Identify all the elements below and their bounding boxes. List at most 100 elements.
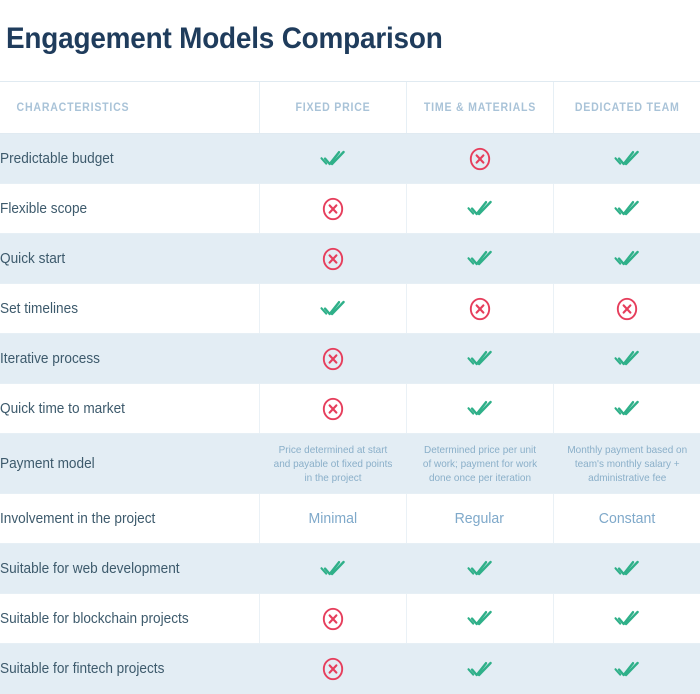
- table-header: CHARACTERISTICS FIXED PRICE TIME & MATER…: [0, 81, 700, 134]
- column-header-dedicated-team-label: DEDICATED TEAM: [574, 101, 680, 114]
- column-header-characteristics-label: CHARACTERISTICS: [16, 101, 130, 114]
- double-check-icon: [319, 559, 346, 577]
- row-value-cell: [405, 383, 553, 434]
- circle-x-icon: [322, 607, 344, 631]
- circle-x-icon: [469, 297, 491, 321]
- row-value-note: Monthly payment based on team's monthly …: [566, 443, 687, 484]
- row-value-cell: [258, 333, 406, 384]
- double-check-icon: [466, 399, 493, 417]
- row-value-cell: [405, 543, 553, 594]
- table-row: Predictable budget: [0, 133, 700, 184]
- row-characteristic-label: Predictable budget: [0, 150, 114, 167]
- row-value-cell: [552, 133, 700, 184]
- circle-x-icon: [322, 197, 344, 221]
- comparison-table-page: Engagement Models Comparison CHARACTERIS…: [0, 0, 700, 694]
- row-value-cell: [405, 283, 553, 334]
- circle-x-icon: [322, 247, 344, 271]
- table-row: Suitable for web development: [0, 543, 700, 594]
- double-check-icon: [319, 299, 346, 317]
- double-check-icon: [319, 149, 346, 167]
- row-characteristic-cell: Quick start: [0, 233, 259, 284]
- engagement-models-table: CHARACTERISTICS FIXED PRICE TIME & MATER…: [0, 81, 700, 694]
- circle-x-icon: [322, 347, 344, 371]
- row-value-note: Price determined at start and payable ot…: [273, 443, 392, 484]
- row-value-cell: Monthly payment based on team's monthly …: [552, 433, 700, 494]
- table-row: Involvement in the project Minimal Regular…: [0, 493, 700, 544]
- row-value-cell: Minimal: [258, 493, 406, 544]
- page-title: Engagement Models Comparison: [6, 22, 443, 55]
- table-row: Quick time to market: [0, 383, 700, 434]
- row-value-cell: Price determined at start and payable ot…: [258, 433, 406, 494]
- table-row: Iterative process: [0, 333, 700, 384]
- table-body: Predictable budget Flexible scope Quick st…: [0, 133, 700, 694]
- column-header-characteristics: CHARACTERISTICS: [0, 81, 259, 134]
- row-characteristic-label: Set timelines: [0, 300, 79, 317]
- row-value-cell: [552, 283, 700, 334]
- circle-x-icon: [616, 297, 638, 321]
- row-characteristic-label: Suitable for blockchain projects: [0, 610, 189, 627]
- double-check-icon: [614, 559, 640, 577]
- double-check-icon: [614, 149, 640, 167]
- table-row: Payment model Price determined at start a…: [0, 433, 700, 494]
- table-row: Suitable for blockchain projects: [0, 593, 700, 644]
- double-check-icon: [614, 199, 640, 217]
- row-characteristic-label: Flexible scope: [0, 200, 88, 217]
- row-characteristic-cell: Suitable for blockchain projects: [0, 593, 259, 644]
- row-characteristic-cell: Quick time to market: [0, 383, 259, 434]
- row-value-word: Minimal: [308, 509, 357, 527]
- row-value-cell: [405, 593, 553, 644]
- row-characteristic-cell: Predictable budget: [0, 133, 259, 184]
- row-characteristic-label: Suitable for fintech projects: [0, 660, 165, 677]
- row-value-cell: [258, 133, 406, 184]
- row-value-note: Determined price per unit of work; payme…: [422, 443, 537, 484]
- column-header-fixed-price-label: FIXED PRICE: [294, 101, 371, 114]
- row-value-cell: [552, 333, 700, 384]
- double-check-icon: [614, 660, 640, 678]
- column-header-dedicated-team: DEDICATED TEAM: [552, 81, 700, 134]
- double-check-icon: [614, 609, 640, 627]
- row-characteristic-label: Involvement in the project: [0, 510, 156, 527]
- row-value-cell: [552, 233, 700, 284]
- double-check-icon: [466, 249, 493, 267]
- column-header-time-materials: TIME & MATERIALS: [405, 81, 553, 134]
- row-value-cell: Determined price per unit of work; payme…: [405, 433, 553, 494]
- row-characteristic-cell: Suitable for web development: [0, 543, 259, 594]
- row-value-word: Regular: [454, 509, 505, 527]
- row-characteristic-label: Quick start: [0, 250, 66, 267]
- row-characteristic-cell: Involvement in the project: [0, 493, 259, 544]
- double-check-icon: [466, 660, 493, 678]
- table-header-row: CHARACTERISTICS FIXED PRICE TIME & MATER…: [0, 81, 700, 134]
- row-value-cell: [405, 133, 553, 184]
- double-check-icon: [466, 199, 493, 217]
- row-characteristic-label: Iterative process: [0, 350, 101, 367]
- circle-x-icon: [469, 147, 491, 171]
- circle-x-icon: [322, 657, 344, 681]
- row-value-cell: [405, 183, 553, 234]
- row-value-cell: [405, 333, 553, 384]
- row-characteristic-cell: Flexible scope: [0, 183, 259, 234]
- row-value-cell: [258, 183, 406, 234]
- row-value-cell: [258, 233, 406, 284]
- row-characteristic-label: Payment model: [0, 455, 95, 472]
- row-characteristic-cell: Iterative process: [0, 333, 259, 384]
- row-characteristic-label: Suitable for web development: [0, 560, 180, 577]
- table-row: Flexible scope: [0, 183, 700, 234]
- row-value-cell: [552, 183, 700, 234]
- row-value-cell: [258, 543, 406, 594]
- column-header-time-materials-label: TIME & MATERIALS: [423, 101, 536, 114]
- table-row: Suitable for fintech projects: [0, 643, 700, 694]
- row-value-cell: Constant: [552, 493, 700, 544]
- row-value-cell: [552, 383, 700, 434]
- double-check-icon: [614, 249, 640, 267]
- row-characteristic-label: Quick time to market: [0, 400, 125, 417]
- row-value-cell: [552, 543, 700, 594]
- row-characteristic-cell: Payment model: [0, 433, 259, 494]
- row-value-cell: [405, 233, 553, 284]
- row-value-cell: [405, 643, 553, 694]
- row-characteristic-cell: Suitable for fintech projects: [0, 643, 259, 694]
- column-header-fixed-price: FIXED PRICE: [258, 81, 406, 134]
- double-check-icon: [614, 399, 640, 417]
- double-check-icon: [466, 609, 493, 627]
- row-value-cell: [258, 383, 406, 434]
- row-value-cell: Regular: [405, 493, 553, 544]
